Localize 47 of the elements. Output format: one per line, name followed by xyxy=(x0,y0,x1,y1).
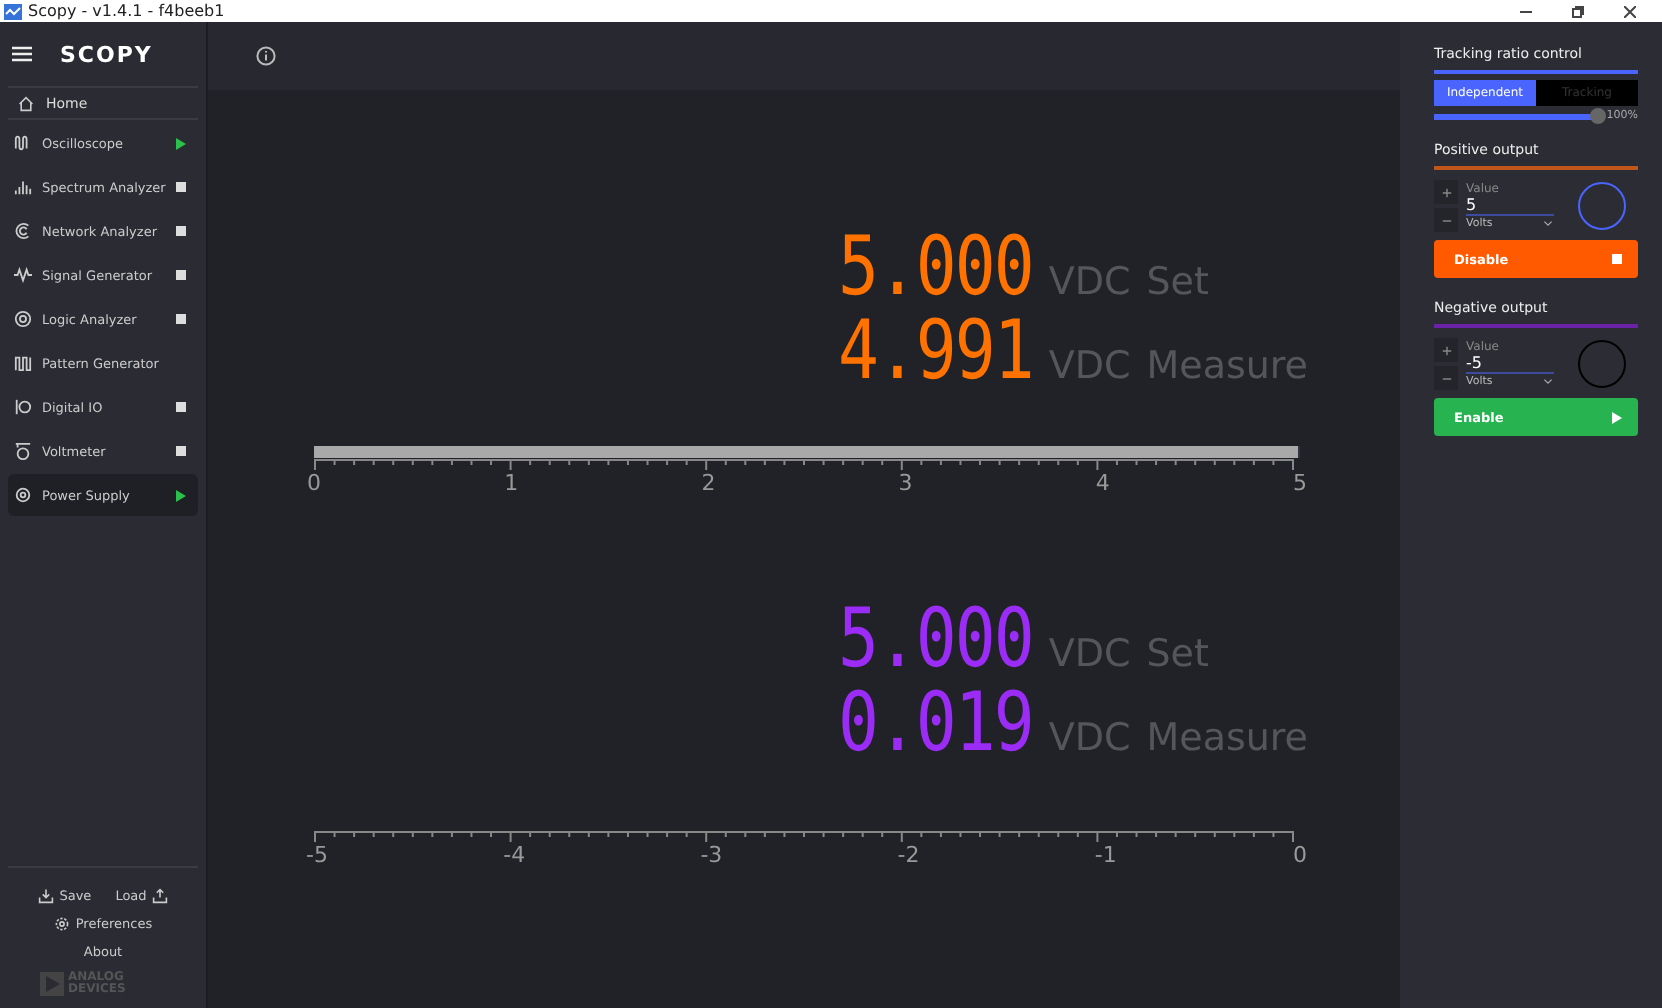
scale-label: 3 xyxy=(897,470,914,496)
signal-icon xyxy=(14,266,32,284)
knob[interactable] xyxy=(1578,182,1626,230)
decrement-button[interactable] xyxy=(1434,208,1458,232)
menu-icon xyxy=(12,44,32,64)
plus-icon xyxy=(1439,185,1453,199)
play-icon[interactable] xyxy=(176,489,186,501)
app-logo: SCOPY xyxy=(60,41,153,67)
home-icon xyxy=(18,95,34,111)
scale-label: -4 xyxy=(503,842,520,868)
settings-icon xyxy=(53,916,70,932)
play-icon[interactable] xyxy=(176,137,186,149)
scale-label: 0 xyxy=(1291,842,1308,868)
bars-icon xyxy=(14,178,32,196)
stop-icon xyxy=(1612,254,1622,264)
scale-label: -5 xyxy=(306,842,322,868)
chevron-icon xyxy=(1542,376,1554,388)
upload-icon xyxy=(152,888,169,904)
scale-label: 4 xyxy=(1094,470,1111,496)
play-icon xyxy=(1612,411,1622,423)
info-icon xyxy=(256,46,276,66)
meter-icon xyxy=(14,442,32,460)
scale-label: 0 xyxy=(306,470,322,496)
wave-icon xyxy=(14,134,32,152)
download-icon xyxy=(37,888,54,904)
chevron-icon xyxy=(1542,218,1554,230)
spiral-icon xyxy=(14,222,32,240)
plus-icon xyxy=(1439,343,1453,357)
minimize-icon[interactable] xyxy=(1520,5,1532,17)
decrement-button[interactable] xyxy=(1434,366,1458,390)
window-title: Scopy - v1.4.1 - f4beeb1 xyxy=(28,0,227,22)
pulse-icon xyxy=(14,354,32,372)
io-icon xyxy=(14,398,32,416)
value-input[interactable]: -5 xyxy=(1466,354,1554,374)
scale-label: 5 xyxy=(1291,470,1308,496)
increment-button[interactable] xyxy=(1434,338,1458,362)
scale-label: 2 xyxy=(700,470,717,496)
scale-label: 1 xyxy=(503,470,520,496)
scale-label: -2 xyxy=(897,842,914,868)
close-icon[interactable] xyxy=(1624,5,1636,17)
value-input[interactable]: 5 xyxy=(1466,196,1554,216)
scale-label: -1 xyxy=(1094,842,1111,868)
logo-icon xyxy=(40,972,64,996)
scale-label: -3 xyxy=(700,842,717,868)
at-icon xyxy=(14,310,32,328)
increment-button[interactable] xyxy=(1434,180,1458,204)
restore-icon[interactable] xyxy=(1572,5,1584,17)
